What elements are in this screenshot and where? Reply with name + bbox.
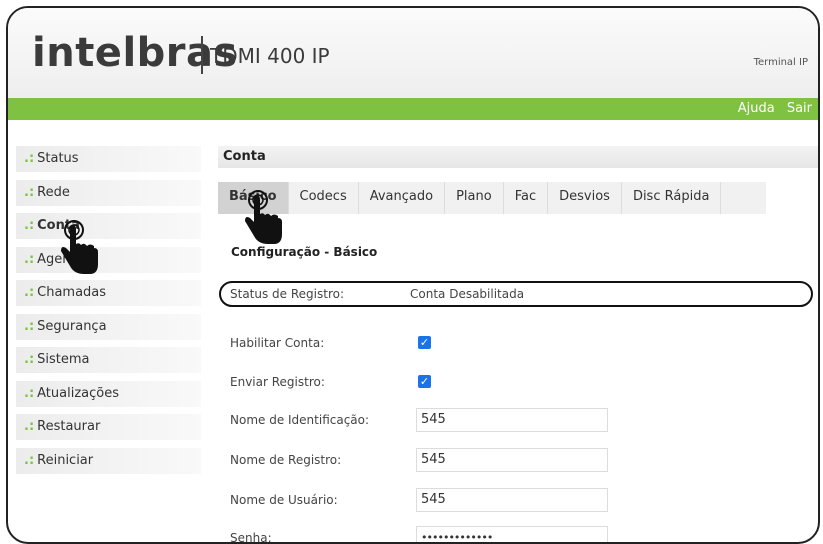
sidebar-item-label: Segurança [37, 318, 107, 334]
enviar-label: Enviar Registro: [230, 375, 325, 389]
sidebar: .: Status .: Rede .: Conta .: Agenda .: Chama… [16, 146, 201, 481]
tab-avancado[interactable]: Avançado [359, 182, 446, 214]
bullet-icon: .: [24, 352, 35, 367]
tab-fac[interactable]: Fac [504, 182, 549, 214]
nome-reg-label: Nome de Registro: [230, 453, 342, 467]
sidebar-item-rede[interactable]: .: Rede [16, 179, 201, 206]
tab-disc-rapida[interactable]: Disc Rápida [622, 182, 722, 214]
nome-usuario-input[interactable]: 545 [416, 488, 608, 512]
sidebar-item-reiniciar[interactable]: .: Reiniciar [16, 447, 201, 474]
nome-id-label: Nome de Identificação: [230, 413, 370, 427]
sidebar-item-conta[interactable]: .: Conta [16, 213, 201, 239]
status-value: Conta Desabilitada [410, 287, 525, 301]
sidebar-item-label: Rede [37, 184, 70, 200]
nome-usuario-row: Nome de Usuário: 545 [230, 488, 630, 512]
bullet-icon: .: [24, 419, 35, 434]
hand-pointer-icon [245, 190, 282, 244]
browser-frame: intelbras TDMI 400 IP Terminal IP Ajuda … [6, 6, 820, 544]
nome-id-row: Nome de Identificação: 545 [230, 408, 630, 432]
bullet-icon: .: [24, 452, 35, 468]
hand-pointer-icon [61, 220, 98, 274]
nome-reg-input[interactable]: 545 [416, 448, 608, 472]
sidebar-item-label: Restaurar [37, 419, 101, 434]
header: intelbras TDMI 400 IP Terminal IP [8, 8, 818, 98]
tab-bar: Básico Codecs Avançado Plano Fac Desvios… [218, 182, 766, 214]
enviar-row: Enviar Registro: ✓ [230, 370, 630, 394]
terminal-label: Terminal IP [753, 57, 808, 68]
senha-row: Senha: ••••••••••••• [230, 526, 630, 544]
habilitar-row: Habilitar Conta: ✓ [230, 331, 630, 355]
sidebar-item-label: Sistema [37, 352, 90, 367]
sidebar-item-chamadas[interactable]: .: Chamadas [16, 280, 201, 306]
top-nav-bar [8, 98, 818, 120]
sidebar-item-label: Reiniciar [37, 452, 94, 468]
logo-separator [201, 36, 203, 74]
help-link[interactable]: Ajuda [738, 101, 775, 116]
sidebar-item-restaurar[interactable]: .: Restaurar [16, 414, 201, 440]
bullet-icon: .: [24, 184, 35, 200]
tab-desvios[interactable]: Desvios [548, 182, 622, 214]
sidebar-item-seguranca[interactable]: .: Segurança [16, 313, 201, 340]
sidebar-item-label: Atualizações [37, 385, 119, 401]
bullet-icon: .: [24, 251, 35, 267]
nome-reg-row: Nome de Registro: 545 [230, 448, 630, 472]
bullet-icon: .: [24, 318, 35, 334]
top-links: Ajuda Sair [730, 101, 812, 116]
section-title: Conta [218, 146, 818, 168]
nome-id-input[interactable]: 545 [416, 408, 608, 432]
sidebar-item-atualizacoes[interactable]: .: Atualizações [16, 380, 201, 407]
sidebar-item-status[interactable]: .: Status [16, 146, 201, 172]
intelbras-logo: intelbras [32, 30, 238, 76]
nome-usuario-label: Nome de Usuário: [230, 493, 338, 507]
senha-label: Senha: [230, 531, 272, 544]
habilitar-checkbox[interactable]: ✓ [418, 336, 431, 349]
main-content: Conta Básico Codecs Avançado Plano Fac D… [218, 146, 818, 542]
bullet-icon: .: [24, 151, 35, 166]
tab-codecs[interactable]: Codecs [289, 182, 359, 214]
sidebar-item-label: Chamadas [37, 285, 107, 300]
habilitar-label: Habilitar Conta: [230, 336, 325, 350]
bullet-icon: .: [24, 385, 35, 401]
bullet-icon: .: [24, 218, 35, 233]
sidebar-item-sistema[interactable]: .: Sistema [16, 347, 201, 373]
senha-input[interactable]: ••••••••••••• [416, 526, 608, 542]
bullet-icon: .: [24, 285, 35, 300]
enviar-checkbox[interactable]: ✓ [418, 375, 431, 388]
status-label: Status de Registro: [230, 287, 345, 301]
tab-plano[interactable]: Plano [445, 182, 504, 214]
sidebar-item-label: Status [37, 151, 79, 166]
sidebar-item-agenda[interactable]: .: Agenda [16, 246, 201, 273]
product-name: TDMI 400 IP [210, 44, 330, 68]
logout-link[interactable]: Sair [787, 101, 812, 116]
